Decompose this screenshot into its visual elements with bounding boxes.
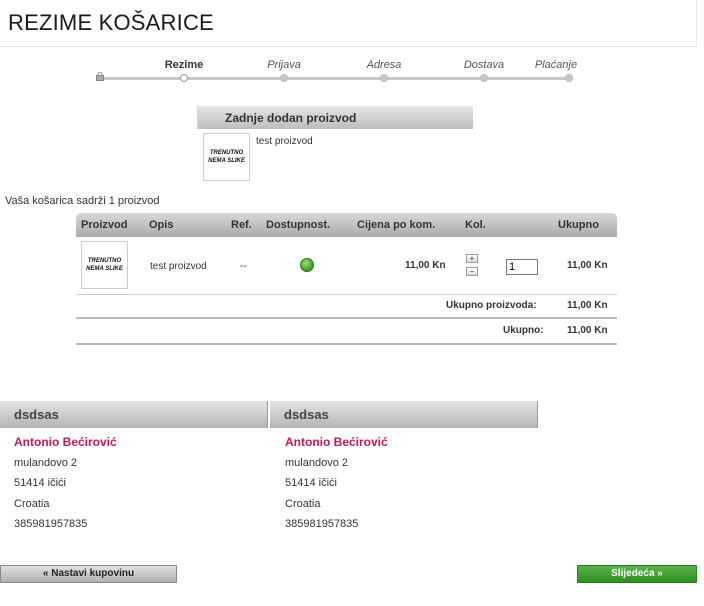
step-prijava[interactable]: Prijava [267,59,301,71]
product-description[interactable]: test proizvod [150,261,207,272]
checkout-steps: Rezime Prijava Adresa Dostava Plaćanje [0,0,704,90]
quantity-decrease-button[interactable]: − [466,267,478,276]
step-progress-line [100,77,570,80]
address-city: 51414 ičići [285,477,337,489]
step-rezime: Rezime [164,59,204,71]
last-added-header: Zadnje dodan proizvod [197,106,473,129]
step-dostava[interactable]: Dostava [464,59,504,71]
col-kol: Kol. [465,219,486,231]
total-value: 11,00 Kn [567,325,608,336]
product-ref: -- [240,261,247,272]
quantity-increase-button[interactable]: + [466,254,478,263]
last-added-product-link[interactable]: test proizvod [256,136,313,147]
subtotal-value: 11,00 Kn [567,300,608,311]
no-image-text: TRENUTNO NEMA SLIKE [208,150,245,164]
divider [76,294,617,295]
address-city: 51414 ičići [14,477,66,489]
availability-indicator-icon [300,258,314,272]
address-header: dsdsas [270,401,538,428]
divider [76,343,617,345]
address-country: Croatia [285,498,321,510]
address-street: mulandovo 2 [14,457,77,469]
step-adresa[interactable]: Adresa [367,59,402,71]
col-ref: Ref. [231,219,252,231]
subtotal-label: Ukupno proizvoda: [446,300,537,311]
col-cijena: Cijena po kom. [357,219,436,231]
address-name: Antonio Bećirović [285,435,388,449]
step-dot-rezime [180,74,188,82]
address-name: Antonio Bećirović [14,435,117,449]
last-added-image[interactable]: TRENUTNO NEMA SLIKE [203,133,250,181]
quantity-input[interactable] [506,259,538,275]
col-proizvod: Proizvod [81,219,128,231]
address-header: dsdsas [0,401,268,428]
unit-price: 11,00 Kn [405,260,446,271]
divider [76,317,617,319]
row-total: 11,00 Kn [567,260,608,271]
address-phone: 385981957835 [14,518,88,530]
product-image[interactable]: TRENUTNO NEMA SLIKE [81,241,128,289]
continue-shopping-button[interactable]: « Nastavi kupovinu [0,565,177,583]
address-street: mulandovo 2 [285,457,348,469]
next-button[interactable]: Slijedeća » [577,565,697,583]
address-phone: 385981957835 [285,518,359,530]
step-dot-prijava [280,74,288,82]
step-dot-placanje [565,74,573,82]
col-opis: Opis [149,219,174,231]
cart-table-header: Proizvod Opis Ref. Dostupnost. Cijena po… [76,213,617,237]
step-dot-adresa [380,74,388,82]
col-dostupnost: Dostupnost. [266,219,331,231]
step-placanje[interactable]: Plaćanje [535,59,577,71]
total-label: Ukupno: [503,325,544,336]
step-dot-dostava [480,74,488,82]
no-image-text: TRENUTNO NEMA SLIKE [86,258,123,272]
col-ukupno: Ukupno [558,219,599,231]
address-country: Croatia [14,498,50,510]
lock-icon [96,72,104,81]
cart-summary: Vaša košarica sadrži 1 proizvod [5,195,160,207]
